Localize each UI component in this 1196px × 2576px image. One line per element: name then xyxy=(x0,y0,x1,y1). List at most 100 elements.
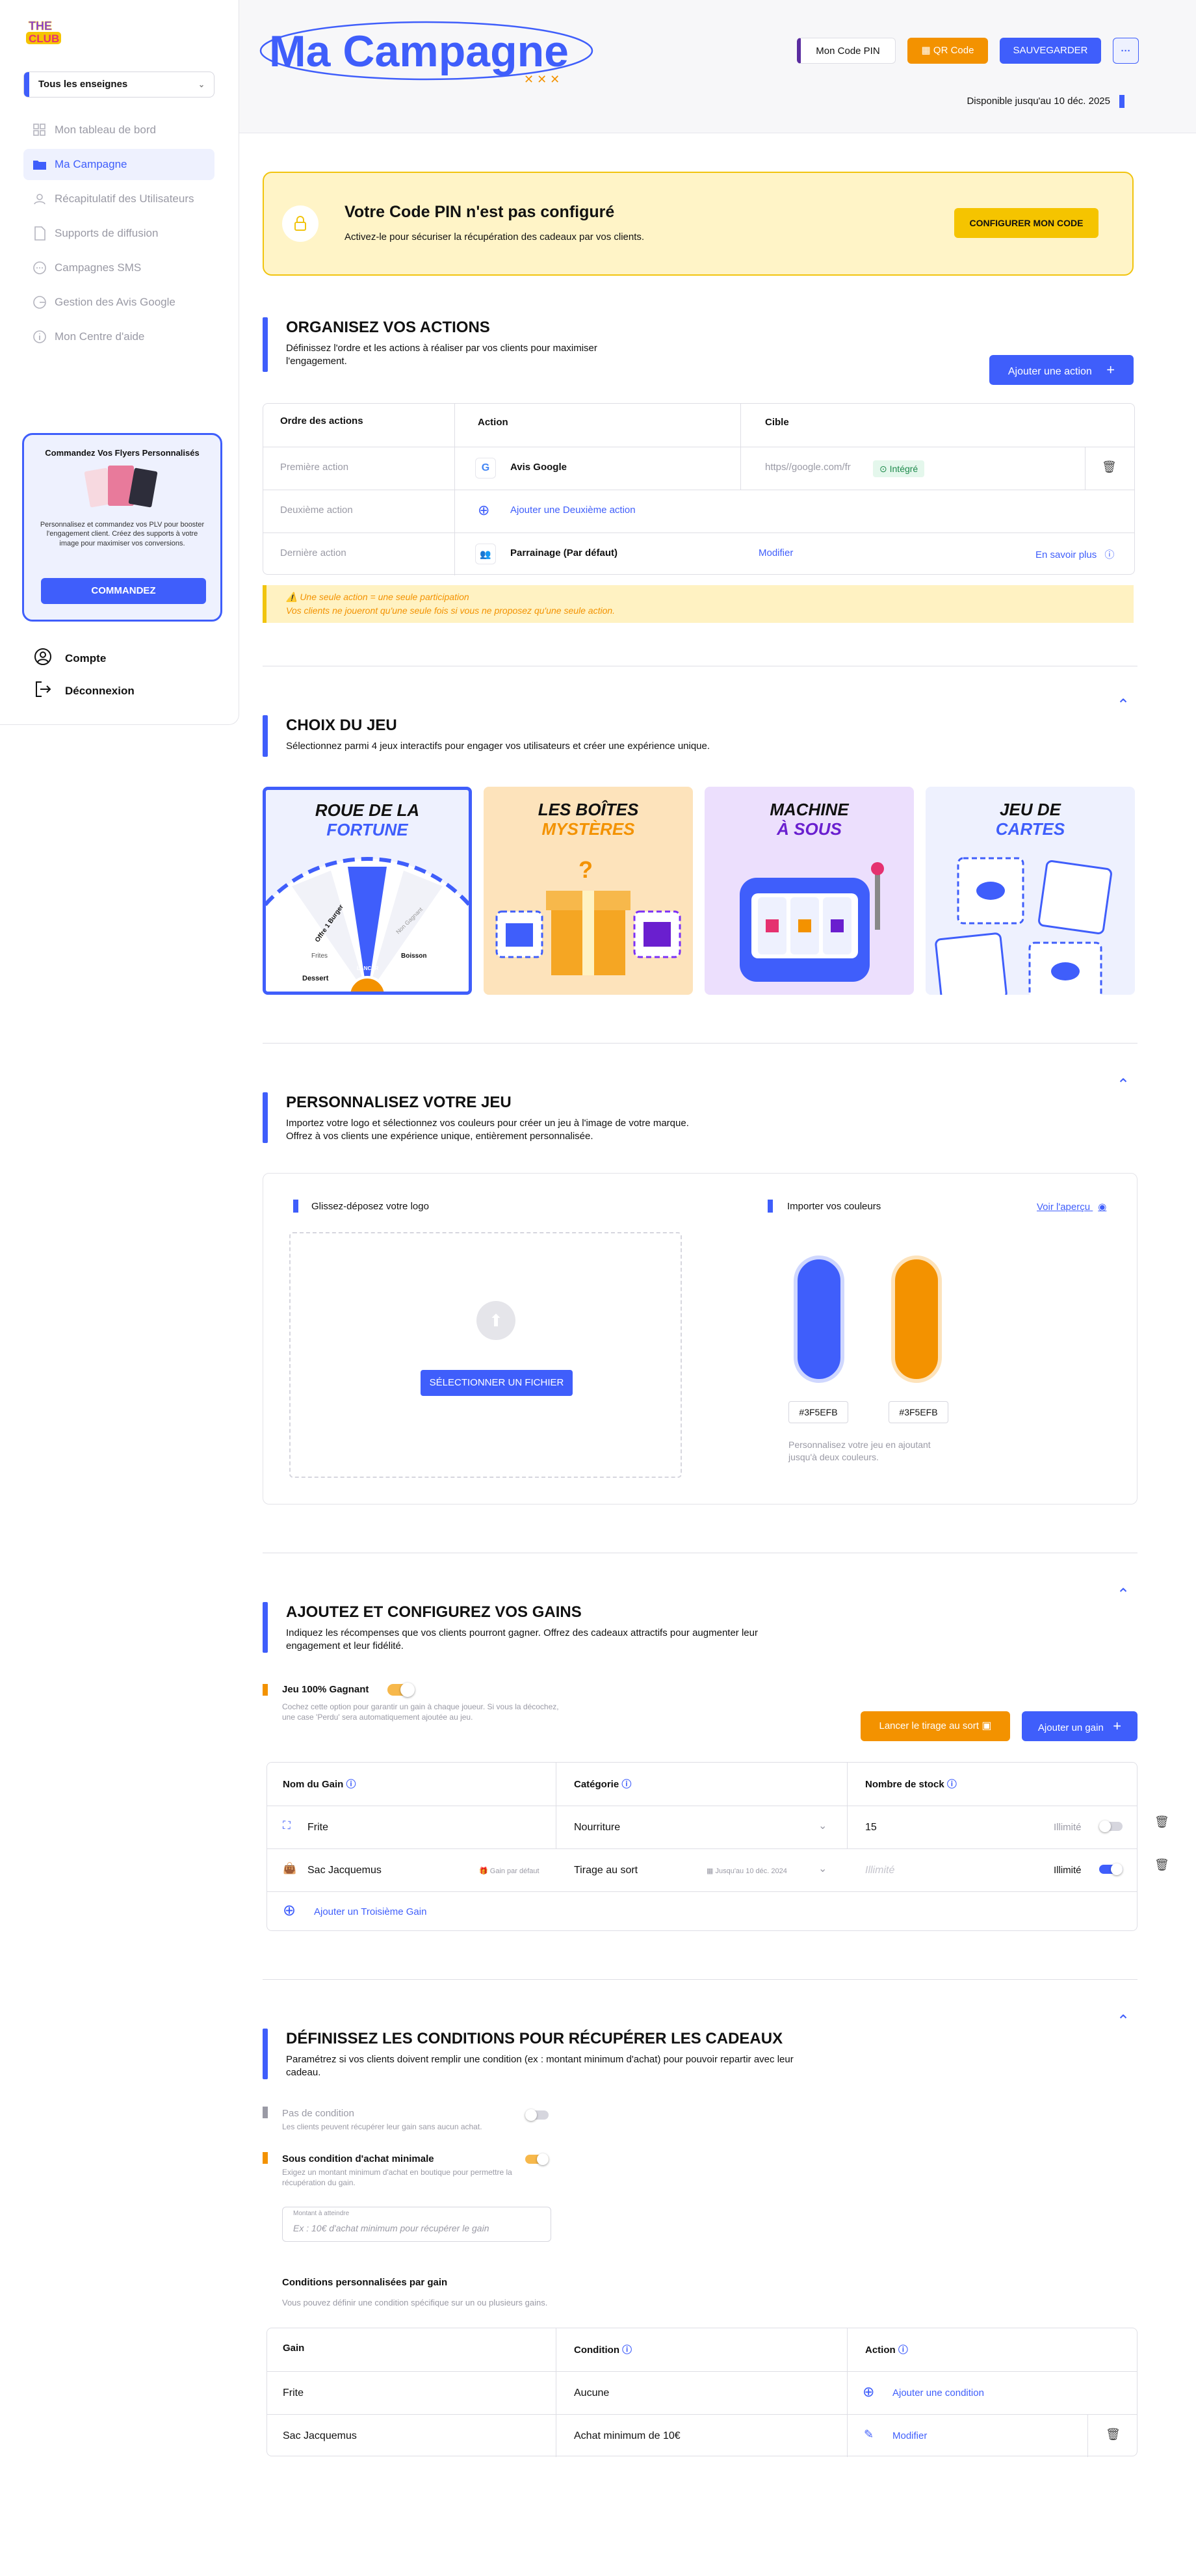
collapse-chevron-icon[interactable]: ⌃ xyxy=(1117,1075,1130,1094)
winner-toggle[interactable] xyxy=(387,1683,415,1697)
add-circle-icon[interactable]: ⊕ xyxy=(478,502,489,519)
shop-icon: ⛶ xyxy=(283,1819,291,1832)
integrated-badge: ⊙ Intégré xyxy=(873,460,925,477)
svg-text:THE: THE xyxy=(29,20,52,33)
table-row: ⛶ Frite Nourriture ⌄ 15 Illimité xyxy=(267,1806,1137,1848)
actions-description: Définissez l'ordre et les actions à réal… xyxy=(286,343,597,367)
account-link[interactable]: Compte xyxy=(34,648,106,669)
conditions-description: Paramétrez si vos clients doivent rempli… xyxy=(286,2054,794,2079)
nav-campaign[interactable]: Ma Campagne xyxy=(23,149,214,180)
info-icon: ⓘ xyxy=(622,2345,632,2356)
order-flyers-button[interactable]: COMMANDEZ xyxy=(41,578,206,604)
configure-pin-button[interactable]: CONFIGURER MON CODE xyxy=(954,208,1098,238)
plus-icon: + xyxy=(1113,1718,1122,1734)
qr-code-button[interactable]: ▦ QR Code xyxy=(907,38,988,64)
add-condition-link[interactable]: Ajouter une condition xyxy=(892,2387,984,2399)
column-header: Action ⓘ xyxy=(865,2345,908,2356)
info-icon: ⓘ xyxy=(1104,549,1115,560)
store-select[interactable]: Tous les enseignes ⌄ xyxy=(23,72,214,98)
nav-sms[interactable]: Campagnes SMS xyxy=(23,252,214,283)
logout-link[interactable]: Déconnexion xyxy=(34,680,135,702)
target-url[interactable]: https//google.com/fr xyxy=(765,462,851,473)
add-circle-icon[interactable]: ⊕ xyxy=(863,2384,874,2400)
category-select[interactable]: Nourriture xyxy=(574,1822,620,1833)
actions-table: Ordre des actions Action Cible Première … xyxy=(263,403,1135,575)
section-accent-bar xyxy=(263,1602,268,1653)
add-gain-button[interactable]: Ajouter un gain + xyxy=(1022,1711,1138,1741)
logo-dropzone[interactable]: ⬆ SÉLECTIONNER UN FICHIER xyxy=(289,1232,682,1478)
amount-input[interactable]: Montant à atteindre Ex : 10€ d'achat min… xyxy=(282,2207,551,2242)
colors-label: Importer vos couleurs xyxy=(787,1201,881,1212)
add-second-action-link[interactable]: Ajouter une Deuxième action xyxy=(510,505,636,516)
games-title: CHOIX DU JEU xyxy=(286,716,397,734)
nav-google-reviews[interactable]: Gestion des Avis Google xyxy=(23,287,214,318)
modify-condition-link[interactable]: Modifier xyxy=(892,2430,927,2441)
collapse-chevron-icon[interactable]: ⌃ xyxy=(1117,1585,1130,1604)
trash-icon[interactable]: 🗑 xyxy=(1102,460,1117,474)
color-hex-1[interactable]: #3F5EFB xyxy=(788,1401,848,1423)
nav-dashboard[interactable]: Mon tableau de bord xyxy=(23,114,214,146)
pin-alert-text: Activez-le pour sécuriser la récupératio… xyxy=(344,231,645,243)
no-condition-label: Pas de condition xyxy=(282,2108,354,2119)
custom-conditions-hint: Vous pouvez définir une condition spécif… xyxy=(282,2298,548,2307)
preview-link[interactable]: Voir l'aperçu ◉ xyxy=(1037,1201,1106,1213)
nav-supports[interactable]: Supports de diffusion xyxy=(23,218,214,249)
column-header: Condition ⓘ xyxy=(574,2345,632,2356)
promo-title: Commandez Vos Flyers Personnalisés xyxy=(45,448,200,458)
pencil-icon[interactable]: ✎ xyxy=(864,2428,874,2441)
trash-icon[interactable]: 🗑 xyxy=(1106,2428,1121,2441)
eye-icon: ◉ xyxy=(1098,1202,1107,1213)
the-club-logo[interactable]: THE CLUB xyxy=(23,17,65,46)
game-cards[interactable]: JEU DE CARTES xyxy=(926,787,1135,995)
google-icon xyxy=(31,294,48,311)
category-select[interactable]: Tirage au sort xyxy=(574,1865,638,1876)
info-icon: ⓘ xyxy=(621,1779,632,1790)
add-third-gain-link[interactable]: Ajouter un Troisième Gain xyxy=(314,1906,426,1917)
chevron-down-icon: ⌄ xyxy=(198,80,205,89)
no-condition-hint: Les clients peuvent récupérer leur gain … xyxy=(282,2122,482,2131)
svg-text:?: ? xyxy=(578,856,593,883)
draw-date[interactable]: ▦ Jusqu'au 10 déc. 2024 xyxy=(707,1867,787,1875)
pin-code-button[interactable]: Mon Code PIN xyxy=(797,38,896,64)
color-hex-2[interactable]: #3F5EFB xyxy=(889,1401,948,1423)
qr-icon: ▦ xyxy=(921,45,931,56)
select-file-button[interactable]: SÉLECTIONNER UN FICHIER xyxy=(421,1370,573,1396)
min-purchase-toggle[interactable] xyxy=(525,2153,549,2165)
winner-hint: Cochez cette option pour garantir un gai… xyxy=(282,1702,559,1722)
game-slot-machine[interactable]: MACHINE À SOUS xyxy=(705,787,914,995)
user-circle-icon xyxy=(34,648,53,669)
save-button[interactable]: SAUVEGARDER xyxy=(1000,38,1101,64)
column-header: Ordre des actions xyxy=(280,415,363,427)
default-gain-label: 🎁 Gain par défaut xyxy=(479,1867,540,1875)
stock-input[interactable]: 15 xyxy=(865,1822,877,1833)
add-circle-icon[interactable]: ⊕ xyxy=(283,1901,296,1920)
add-action-button[interactable]: Ajouter une action + xyxy=(989,355,1134,385)
game-mystery-boxes[interactable]: LES BOÎTES MYSTÈRES ? xyxy=(484,787,693,995)
collapse-chevron-icon[interactable]: ⌃ xyxy=(1117,2012,1130,2031)
stock-input[interactable]: Illimité xyxy=(865,1865,894,1876)
customize-panel: Glissez-déposez votre logo ⬆ SÉLECTIONNE… xyxy=(263,1173,1138,1505)
winner-label: Jeu 100% Gagnant xyxy=(282,1684,369,1695)
min-purchase-label: Sous condition d'achat minimale xyxy=(282,2153,434,2164)
trash-icon[interactable]: 🗑 xyxy=(1154,1815,1169,1829)
no-condition-toggle[interactable] xyxy=(525,2109,549,2121)
modify-link[interactable]: Modifier xyxy=(759,547,793,559)
users-icon xyxy=(31,191,48,207)
game-wheel-of-fortune[interactable]: ROUE DE LA FORTUNE Offre 1 Burger Desser… xyxy=(263,787,472,995)
nav-help-center[interactable]: Mon Centre d'aide xyxy=(23,321,214,352)
logo-label: Glissez-déposez votre logo xyxy=(311,1201,429,1212)
table-row: Frite Aucune ⊕ Ajouter une condition xyxy=(267,2371,1137,2414)
section-accent-bar xyxy=(263,317,268,372)
collapse-chevron-icon[interactable]: ⌃ xyxy=(1117,696,1130,715)
unlimited-toggle[interactable] xyxy=(1099,1863,1123,1875)
unlimited-toggle[interactable] xyxy=(1099,1820,1123,1832)
color-swatch-2[interactable] xyxy=(891,1255,942,1383)
column-header: Cible xyxy=(765,417,789,428)
color-swatch-1[interactable] xyxy=(794,1255,844,1383)
nav-users-summary[interactable]: Récapitulatif des Utilisateurs xyxy=(23,183,214,215)
trash-icon[interactable]: 🗑 xyxy=(1154,1858,1169,1872)
more-options-button[interactable]: ··· xyxy=(1113,38,1139,64)
colors-hint: Personnalisez votre jeu en ajoutant jusq… xyxy=(788,1439,931,1462)
learn-more-link[interactable]: En savoir plus ⓘ xyxy=(1035,547,1114,561)
launch-draw-button[interactable]: Lancer le tirage au sort ▣ xyxy=(861,1711,1010,1741)
